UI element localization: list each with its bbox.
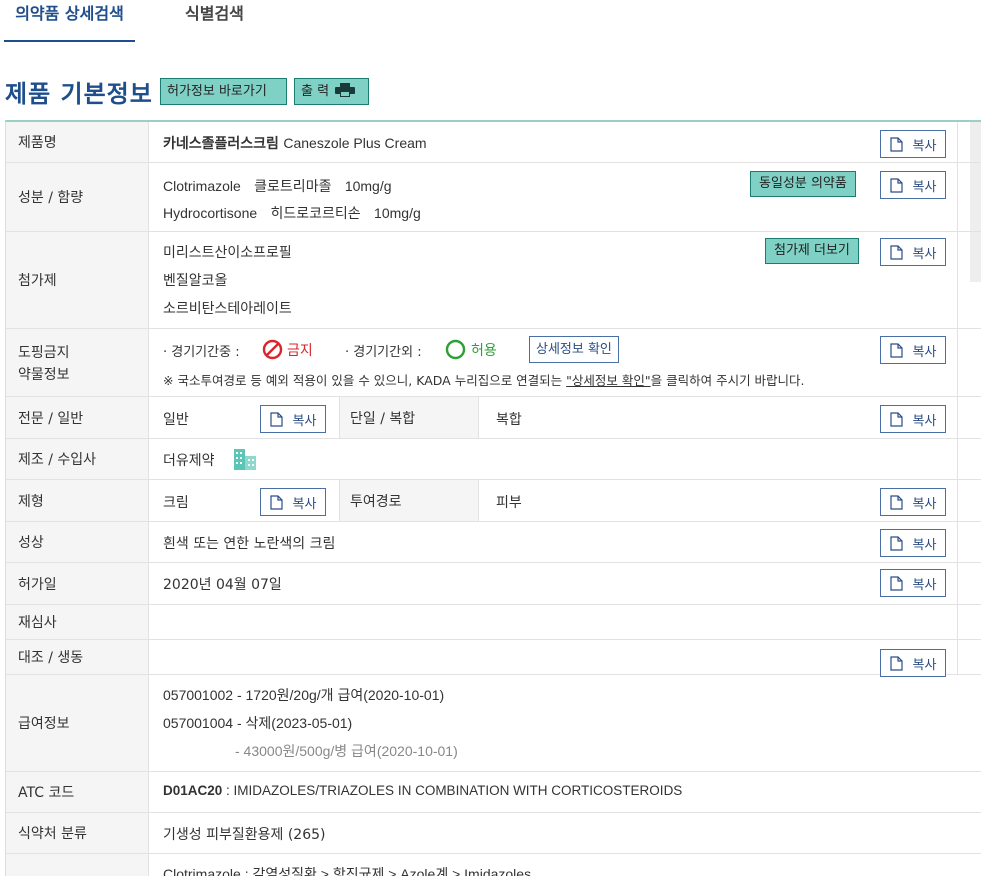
label-classification — [6, 854, 149, 876]
doping-out-status: 허용 — [471, 343, 497, 359]
doping-in-status: 금지 — [287, 343, 313, 359]
document-icon — [889, 655, 903, 671]
doping-in-competition: · 경기기간중 : — [163, 345, 240, 360]
doping-detail-link[interactable]: "상세정보 확인" — [566, 373, 650, 388]
tab-detail-search[interactable]: 의약품 상세검색 — [4, 4, 135, 42]
copy-button[interactable]: 복사 — [880, 488, 946, 516]
row-atc: ATC 코드 D01AC20 : IMIDAZOLES/TRIAZOLES IN… — [6, 772, 981, 813]
section-title: 제품 기본정보 — [5, 80, 153, 108]
type-value: 일반 — [163, 412, 189, 428]
ingredient-item: Hydrocortisone 히드로코르티손 10mg/g — [163, 205, 421, 222]
insurance-line: 057001004 - 삭제(2023-05-01) — [163, 715, 353, 731]
copy-button[interactable]: 복사 — [880, 171, 946, 199]
route-value: 피부 — [496, 495, 522, 511]
document-icon — [889, 535, 903, 551]
document-icon — [889, 342, 903, 358]
copy-button[interactable]: 복사 — [880, 405, 946, 433]
copy-button[interactable]: 복사 — [880, 649, 946, 677]
maker-value: 더유제약 — [163, 453, 215, 469]
label-doping: 도핑금지 약물정보 — [6, 329, 149, 396]
product-info-table: 제품명 카네스졸플러스크림 Caneszole Plus Cream 복사 성분… — [5, 120, 981, 876]
label-insurance: 급여정보 — [6, 675, 149, 771]
printer-icon — [335, 83, 356, 97]
row-maker: 제조 / 수입사 더유제약 — [6, 439, 981, 480]
product-name: 카네스졸플러스크림 Caneszole Plus Cream — [163, 135, 427, 152]
label-ingredient: 성분 / 함량 — [6, 163, 149, 231]
label-maker: 제조 / 수입사 — [6, 439, 149, 479]
copy-button[interactable]: 복사 — [880, 569, 946, 597]
document-icon — [889, 411, 903, 427]
document-icon — [889, 494, 903, 510]
tab-identify-search[interactable]: 식별검색 — [185, 4, 244, 42]
row-compare: 대조 / 생동 복사 — [6, 640, 981, 677]
approval-date-value: 2020년 04월 07일 — [163, 577, 282, 593]
doping-note: ※ 국소투여경로 등 예외 적용이 있을 수 있으니, KADA 누리집으로 연… — [163, 373, 805, 388]
label-route: 투여경로 — [339, 480, 479, 521]
label-appearance: 성상 — [6, 522, 149, 562]
form-value: 크림 — [163, 495, 189, 511]
label-type: 전문 / 일반 — [6, 397, 149, 438]
mfds-value: 기생성 피부질환용제 (265) — [163, 827, 326, 843]
copy-button[interactable]: 복사 — [260, 488, 326, 516]
row-additive: 첨가제 미리스트산이소프로필 벤질알코올 소르비탄스테아레이트 첨가제 더보기 … — [6, 232, 981, 329]
row-ingredient: 성분 / 함량 Clotrimazole 클로트리마졸 10mg/g Hydro… — [6, 163, 981, 232]
row-appearance: 성상 흰색 또는 연한 노란색의 크림 복사 — [6, 522, 981, 563]
document-icon — [889, 177, 903, 193]
row-approval-date: 허가일 2020년 04월 07일 복사 — [6, 563, 981, 605]
row-doping: 도핑금지 약물정보 · 경기기간중 : 금지 · 경기기간외 : 허용 ※ 국소투… — [6, 329, 981, 397]
label-additive: 첨가제 — [6, 232, 149, 328]
insurance-line: - 43000원/500g/병 급여(2020-10-01) — [235, 743, 458, 759]
label-compare: 대조 / 생동 — [6, 640, 149, 674]
label-single-combo: 단일 / 복합 — [339, 397, 479, 438]
doping-out-competition: · 경기기간외 : — [345, 345, 422, 360]
row-type: 전문 / 일반 일반 단일 / 복합 복합 복사 복사 — [6, 397, 981, 439]
copy-button[interactable]: 복사 — [880, 529, 946, 557]
additive-item: 미리스트산이소프로필 — [163, 245, 292, 261]
goto-approval-button[interactable]: 허가정보 바로가기 — [160, 78, 287, 105]
building-icon[interactable] — [233, 448, 257, 470]
allowed-icon — [445, 339, 466, 360]
doping-detail-button[interactable]: 상세정보 확인 — [529, 336, 619, 363]
print-label: 출 력 — [301, 84, 330, 99]
prohibited-icon — [262, 339, 283, 360]
row-insurance: 급여정보 057001002 - 1720원/20g/개 급여(2020-10-… — [6, 675, 981, 772]
label-product-name: 제품명 — [6, 122, 149, 162]
label-mfds: 식약처 분류 — [6, 813, 149, 853]
document-icon — [889, 575, 903, 591]
row-form: 제형 크림 투여경로 피부 복사 복사 — [6, 480, 981, 522]
insurance-line: 057001002 - 1720원/20g/개 급여(2020-10-01) — [163, 687, 445, 703]
additive-item: 벤질알코올 — [163, 273, 228, 289]
copy-button[interactable]: 복사 — [880, 130, 946, 158]
document-icon — [889, 136, 903, 152]
copy-button[interactable]: 복사 — [880, 238, 946, 266]
search-tabs: 의약품 상세검색 식별검색 — [0, 0, 981, 44]
label-atc: ATC 코드 — [6, 772, 149, 812]
classification-value: Clotrimazole : 감염성질환 > 항진균제 > Azole계 > I… — [163, 866, 532, 876]
document-icon — [889, 244, 903, 260]
same-ingredient-button[interactable]: 동일성분 의약품 — [750, 171, 856, 197]
additive-more-button[interactable]: 첨가제 더보기 — [765, 238, 859, 264]
appearance-value: 흰색 또는 연한 노란색의 크림 — [163, 536, 336, 552]
label-approval-date: 허가일 — [6, 563, 149, 604]
document-icon — [269, 494, 283, 510]
copy-button[interactable]: 복사 — [260, 405, 326, 433]
row-mfds: 식약처 분류 기생성 피부질환용제 (265) — [6, 813, 981, 854]
single-combo-value: 복합 — [496, 412, 522, 428]
additive-item: 소르비탄스테아레이트 — [163, 301, 292, 317]
copy-button[interactable]: 복사 — [880, 336, 946, 364]
label-form: 제형 — [6, 480, 149, 521]
row-reexam: 재심사 — [6, 605, 981, 640]
document-icon — [269, 411, 283, 427]
print-button[interactable]: 출 력 — [294, 78, 369, 105]
ingredient-item: Clotrimazole 클로트리마졸 10mg/g — [163, 178, 392, 195]
atc-value: D01AC20 : IMIDAZOLES/TRIAZOLES IN COMBIN… — [163, 783, 683, 798]
row-classification: Clotrimazole : 감염성질환 > 항진균제 > Azole계 > I… — [6, 854, 981, 876]
row-product-name: 제품명 카네스졸플러스크림 Caneszole Plus Cream 복사 — [6, 122, 981, 163]
label-reexam: 재심사 — [6, 605, 149, 639]
